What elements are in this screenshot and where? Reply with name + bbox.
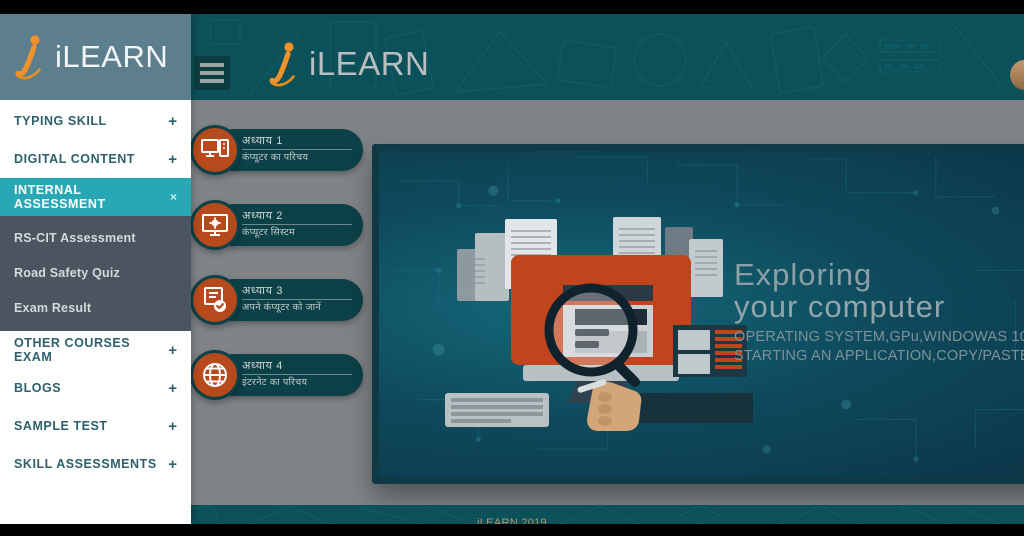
chapter-subtitle: कंप्यूटर का परिचय [242,152,309,163]
sidebar-menu: TYPING SKILL + DIGITAL CONTENT + INTERNA… [0,100,191,483]
monitor-gear-icon [190,200,240,250]
sidebar-item-label: TYPING SKILL [14,114,107,128]
sidebar-navigation: iLEARN TYPING SKILL + DIGITAL CONTENT + … [0,14,191,524]
header-brand-name: iLEARN [309,45,430,82]
ilearn-logo-icon [269,42,295,87]
sidebar-item-other-courses-exam[interactable]: OTHER COURSES EXAM + [0,331,191,369]
sidebar-subitem-label: Exam Result [14,300,92,315]
globe-www-icon [190,350,240,400]
sidebar-logo[interactable]: iLEARN [0,14,191,100]
hamburger-menu-icon[interactable] [194,56,230,90]
chapter-item[interactable]: अध्याय 3 अपने कंप्यूटर को जानें [190,275,375,325]
expand-plus-icon: + [168,417,177,435]
banner-heading-line1: Exploring [734,257,873,292]
sidebar-item-label: DIGITAL CONTENT [14,152,135,166]
computer-magnifier-illustration [445,217,753,431]
expand-plus-icon: + [168,341,177,359]
chapter-item[interactable]: अध्याय 1 कंप्यूटर का परिचय [190,125,375,175]
letterbox-bottom [0,524,1024,536]
sidebar-item-label: OTHER COURSES EXAM [14,336,131,364]
chapter-item[interactable]: अध्याय 2 कंप्यूटर सिस्टम [190,200,375,250]
sidebar-subitem-rscit-assessment[interactable]: RS-CIT Assessment [0,220,191,255]
collapse-close-icon: × [169,190,177,204]
banner-heading-line2: your computer [734,289,946,325]
hamburger-line [200,63,224,67]
sidebar-item-sample-test[interactable]: SAMPLE TEST + [0,407,191,445]
header-logo[interactable]: iLEARN [268,40,429,88]
chapter-title: अध्याय 1 [242,133,352,150]
page-viewport: iLEARN अध्याय 1 कंप्यूटर का परिचय अध्याय… [0,14,1024,524]
chapter-title: अध्याय 4 [242,358,352,375]
sidebar-subitem-exam-result[interactable]: Exam Result [0,290,191,325]
sidebar-subitem-label: Road Safety Quiz [14,265,120,280]
letterbox-top [0,0,1024,14]
chapter-item[interactable]: अध्याय 4 इंटरनेट का परिचय [190,350,375,400]
sidebar-item-label: BLOGS [14,381,62,395]
sidebar-item-skill-assessments[interactable]: SKILL ASSESSMENTS + [0,445,191,483]
banner-subtext-line1: OPERATING SYSTEM,GPu,WINDOWAS 10, [734,329,1024,346]
chapter-title: अध्याय 3 [242,283,352,300]
sidebar-brand-name: iLEARN [55,39,169,74]
chapter-subtitle: इंटरनेट का परिचय [242,377,308,388]
document-check-icon [190,275,240,325]
chapter-list: अध्याय 1 कंप्यूटर का परिचय अध्याय 2 कंप्… [190,125,375,425]
sidebar-subitem-road-safety-quiz[interactable]: Road Safety Quiz [0,255,191,290]
sidebar-subitem-label: RS-CIT Assessment [14,230,136,245]
screen: iLEARN अध्याय 1 कंप्यूटर का परिचय अध्याय… [0,0,1024,536]
sidebar-item-digital-content[interactable]: DIGITAL CONTENT + [0,140,191,178]
desktop-computer-icon [190,125,240,175]
expand-plus-icon: + [168,455,177,473]
expand-plus-icon: + [168,112,177,130]
chapter-title: अध्याय 2 [242,208,352,225]
sidebar-submenu-internal-assessment: RS-CIT Assessment Road Safety Quiz Exam … [0,216,191,331]
chapter-subtitle: अपने कंप्यूटर को जानें [242,302,321,313]
sidebar-item-label: SAMPLE TEST [14,419,108,433]
sidebar-item-label: SKILL ASSESSMENTS [14,457,157,471]
sidebar-item-label: INTERNAL ASSESSMENT [14,183,106,211]
chapter-subtitle: कंप्यूटर सिस्टम [242,227,296,238]
banner-subtext-line2: STARTING AN APPLICATION,COPY/PASTE [734,347,1024,364]
ilearn-logo-icon [15,35,41,80]
expand-plus-icon: + [168,379,177,397]
hamburger-line [200,79,224,83]
banner-text-block: Exploring your computer OPERATING SYSTEM… [734,257,1024,365]
promo-banner[interactable]: Exploring your computer OPERATING SYSTEM… [372,144,1024,484]
sidebar-item-internal-assessment[interactable]: INTERNAL ASSESSMENT × [0,178,191,216]
expand-plus-icon: + [168,150,177,168]
hamburger-line [200,71,224,75]
sidebar-item-typing-skill[interactable]: TYPING SKILL + [0,102,191,140]
sidebar-item-blogs[interactable]: BLOGS + [0,369,191,407]
